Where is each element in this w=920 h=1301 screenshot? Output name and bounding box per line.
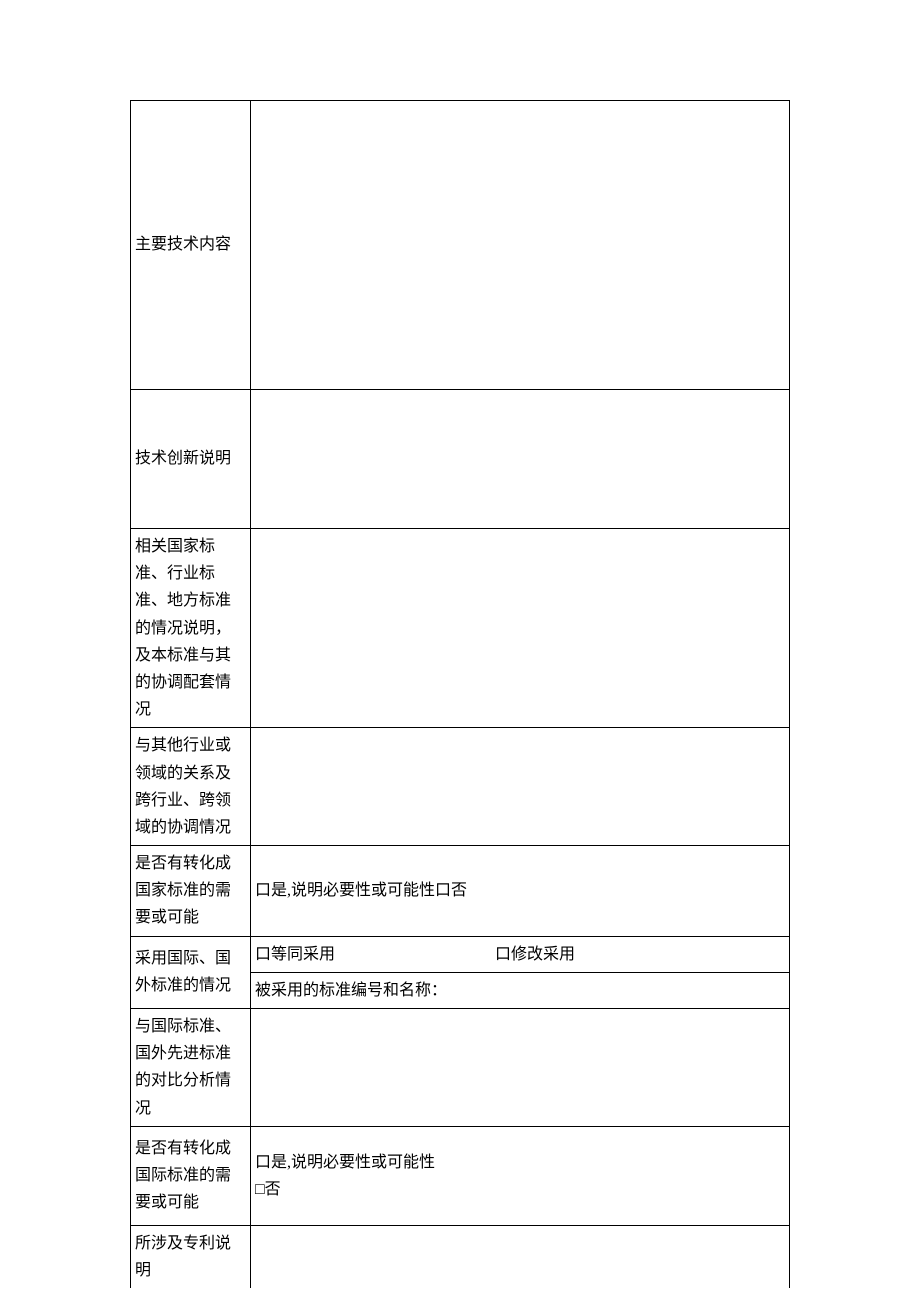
row-cross-industry: 与其他行业或领域的关系及跨行业、跨领域的协调情况 <box>131 728 790 846</box>
value-main-tech-content <box>251 101 790 390</box>
option-identical-adopt: 口等同采用 <box>255 941 335 968</box>
value-cross-industry <box>251 728 790 846</box>
row-innovation: 技术创新说明 <box>131 390 790 529</box>
label-cross-industry: 与其他行业或领域的关系及跨行业、跨领域的协调情况 <box>131 728 251 846</box>
row-patent: 所涉及专利说明 <box>131 1225 790 1288</box>
row-related-standards: 相关国家标准、行业标准、地方标准的情况说明，及本标准与其的协调配套情况 <box>131 529 790 728</box>
label-main-tech-content: 主要技术内容 <box>131 101 251 390</box>
row-intl-adopt-1: 采用国际、国外标准的情况 口等同采用 口修改采用 <box>131 936 790 972</box>
label-patent: 所涉及专利说明 <box>131 1225 251 1288</box>
value-innovation <box>251 390 790 529</box>
option-modified-adopt: 口修改采用 <box>495 941 575 968</box>
row-intl-standard-need: 是否有转化成国际标准的需要或可能 口是,说明必要性或可能性 □否 <box>131 1126 790 1225</box>
label-intl-compare: 与国际标准、国外先进标准的对比分析情况 <box>131 1009 251 1127</box>
value-national-standard-need: 口是,说明必要性或可能性口否 <box>251 846 790 937</box>
document-page: 主要技术内容 技术创新说明 相关国家标准、行业标准、地方标准的情况说明，及本标准… <box>0 0 920 1301</box>
intl-adopt-options: 口等同采用 口修改采用 <box>255 941 785 968</box>
label-national-standard-need: 是否有转化成国家标准的需要或可能 <box>131 846 251 937</box>
label-intl-adopt: 采用国际、国外标准的情况 <box>131 936 251 1008</box>
label-related-standards: 相关国家标准、行业标准、地方标准的情况说明，及本标准与其的协调配套情况 <box>131 529 251 728</box>
row-national-standard-need: 是否有转化成国家标准的需要或可能 口是,说明必要性或可能性口否 <box>131 846 790 937</box>
label-innovation: 技术创新说明 <box>131 390 251 529</box>
value-intl-compare <box>251 1009 790 1127</box>
value-related-standards <box>251 529 790 728</box>
label-intl-standard-need: 是否有转化成国际标准的需要或可能 <box>131 1126 251 1225</box>
value-intl-standard-need: 口是,说明必要性或可能性 □否 <box>251 1126 790 1225</box>
value-intl-adopt-line2: 被采用的标准编号和名称： <box>251 972 790 1008</box>
value-patent <box>251 1225 790 1288</box>
form-table: 主要技术内容 技术创新说明 相关国家标准、行业标准、地方标准的情况说明，及本标准… <box>130 100 790 1288</box>
row-intl-compare: 与国际标准、国外先进标准的对比分析情况 <box>131 1009 790 1127</box>
value-intl-adopt-line1: 口等同采用 口修改采用 <box>251 936 790 972</box>
intl-need-yes: 口是,说明必要性或可能性 <box>255 1149 785 1176</box>
row-main-tech-content: 主要技术内容 <box>131 101 790 390</box>
intl-need-no: □否 <box>255 1176 785 1203</box>
